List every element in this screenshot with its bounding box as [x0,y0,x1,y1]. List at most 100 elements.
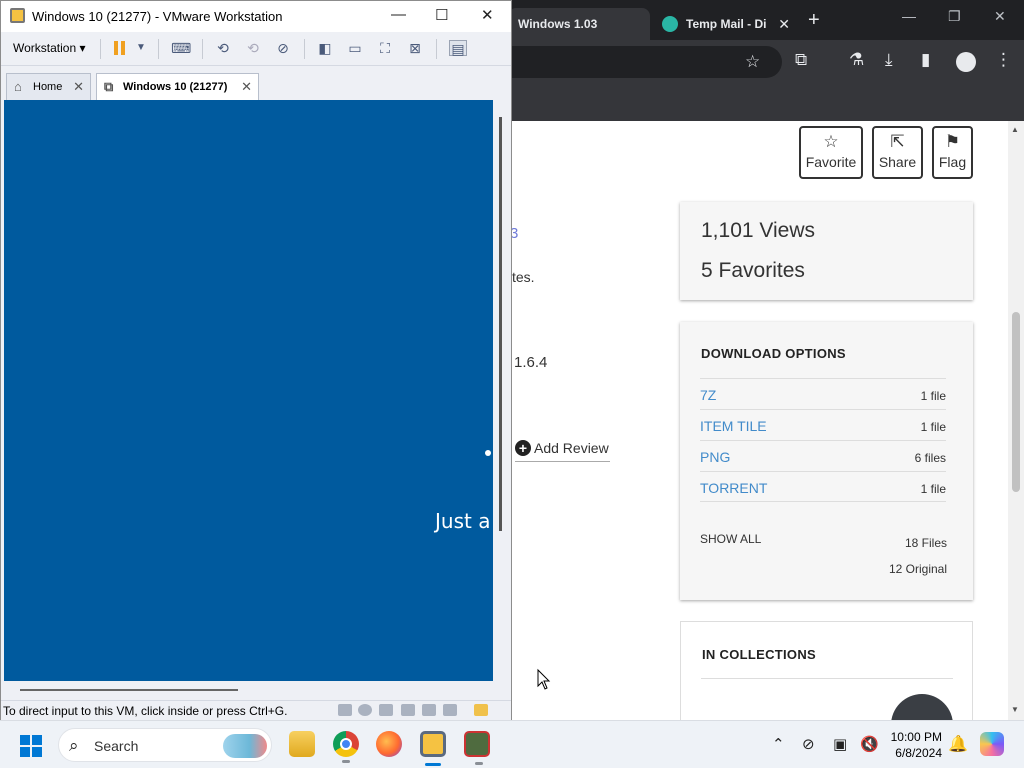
download-options-card: DOWNLOAD OPTIONS 7Z 1 file ITEM TILE 1 f… [680,322,973,600]
tab-home[interactable]: ⌂ Home ✕ [6,73,91,100]
hard-disk-icon[interactable] [338,704,352,716]
share-label: Share [878,154,917,170]
vmware-title-bar[interactable]: Windows 10 (21277) - VMware Workstation … [1,1,511,32]
chrome-icon[interactable] [333,731,359,763]
running-indicator [342,760,350,763]
file-explorer-icon[interactable] [289,731,315,757]
firefox-icon[interactable] [376,731,402,757]
scroll-up-arrow-icon[interactable]: ▲ [1011,125,1019,134]
sound-card-icon[interactable] [422,704,436,716]
message-log-icon[interactable] [474,704,488,716]
unity-icon[interactable]: ⊠ [406,40,424,56]
snapshot-revert-icon[interactable]: ⟲ [244,40,262,56]
side-panel-icon[interactable]: ▮ [921,50,930,70]
network-adapter-icon[interactable] [379,704,393,716]
vm-console[interactable]: Just a [4,100,493,681]
favorites-count: 5 Favorites [701,259,805,282]
favorite-button[interactable]: ☆ Favorite [799,126,863,179]
vmware-close-button[interactable]: ✕ [481,6,494,24]
download-format-link[interactable]: 7Z [700,387,716,403]
taskbar-search[interactable]: ⌕ Search [58,728,272,762]
loading-dot [485,450,491,456]
favorite-label: Favorite [805,154,857,170]
display-icon[interactable] [443,704,457,716]
chrome-minimize-button[interactable]: — [902,8,916,24]
partial-version: 1.6.4 [514,354,548,371]
download-format-link[interactable]: PNG [700,449,730,465]
add-review-label: Add Review [534,440,609,456]
chrome-tab-windows[interactable]: Windows 1.03 [508,8,650,40]
snapshot-manager-icon[interactable]: ⊘ [274,40,292,56]
thumbnail-bar-icon[interactable]: ▭ [346,40,364,56]
collections-heading: IN COLLECTIONS [702,647,816,662]
profile-avatar-icon[interactable] [956,52,976,72]
cd-dvd-icon[interactable] [358,704,372,716]
collection-thumbnail[interactable] [891,694,953,720]
vmware-maximize-button[interactable]: ☐ [435,6,448,24]
vmware-taskbar-icon[interactable] [420,731,446,766]
chrome-restore-button[interactable]: ❐ [948,8,961,25]
flag-button[interactable]: ⚑ Flag [932,126,973,179]
new-tab-button[interactable]: + [808,8,820,32]
download-icon[interactable]: ⤓ [885,50,893,70]
share-button[interactable]: ⇱ Share [872,126,923,179]
snapshot-take-icon[interactable]: ⟲ [214,40,232,56]
views-count: 1,101 Views [701,219,816,242]
close-tab-icon[interactable]: ✕ [778,16,790,33]
download-row[interactable]: 7Z 1 file [700,378,946,409]
app-taskbar-icon[interactable] [464,731,490,765]
chrome-close-button[interactable]: ✕ [994,8,1006,25]
vm-horizontal-scrollbar[interactable] [20,689,238,691]
tab-vm[interactable]: ⧉ Windows 10 (21277) ✕ [96,73,259,100]
bookmark-star-icon[interactable]: ☆ [745,52,760,72]
full-screen-icon[interactable]: ⛶ [376,40,394,56]
close-tab-icon[interactable]: ✕ [241,79,252,95]
workstation-menu[interactable]: Workstation ▾ [13,41,86,55]
download-row[interactable]: PNG 6 files [700,440,946,471]
tab-home-label: Home [33,81,63,93]
show-all-link[interactable]: SHOW ALL [700,532,761,546]
running-indicator [475,762,483,765]
collections-card: IN COLLECTIONS [680,621,973,720]
vm-setup-text: Just a [435,509,491,533]
printer-icon[interactable] [401,704,415,716]
system-clock[interactable]: 10:00 PM 6/8/2024 [882,729,942,761]
send-ctrl-alt-del-icon[interactable]: ⌨ [171,40,191,56]
copilot-icon[interactable] [980,732,1004,756]
vm-vertical-scrollbar[interactable] [499,117,502,531]
close-tab-icon[interactable]: ✕ [73,79,84,95]
pause-dropdown-icon[interactable]: ▼ [132,40,150,56]
extensions-icon[interactable]: ⧉ [795,50,807,70]
file-totals: 18 Files 12 Original [889,530,947,582]
download-file-count: 1 file [920,420,946,434]
clock-time: 10:00 PM [890,730,942,744]
chrome-tab-temp-mail[interactable]: Temp Mail - Di ✕ [652,8,800,40]
address-bar[interactable] [510,46,782,78]
partial-text: tes. [512,269,535,285]
chrome-menu-icon[interactable]: ⋮ [995,50,1012,70]
download-row[interactable]: ITEM TILE 1 file [700,409,946,440]
original-files: 12 Original [888,562,947,576]
share-icon: ⇱ [890,132,905,151]
no-internet-icon[interactable]: ⊘ [802,735,815,753]
tab-title: Windows 1.03 [518,17,598,31]
download-format-link[interactable]: ITEM TILE [700,418,767,434]
download-format-link[interactable]: TORRENT [700,480,767,496]
start-windows-icon[interactable] [20,735,42,757]
show-library-icon[interactable]: ◧ [316,40,334,56]
display-settings-icon[interactable]: ▣ [833,735,847,753]
scroll-down-arrow-icon[interactable]: ▼ [1011,705,1019,714]
volume-muted-icon[interactable]: 🔇 [860,735,879,753]
add-review-button[interactable]: + Add Review [515,440,610,462]
notification-bell-icon[interactable]: 🔔 [948,734,968,754]
pause-icon[interactable] [113,41,127,55]
vmware-minimize-button[interactable]: — [391,6,406,23]
download-row[interactable]: TORRENT 1 file [700,471,946,502]
scrollbar-thumb[interactable] [1012,312,1020,492]
show-hidden-icons-chevron-icon[interactable]: ⌃ [772,735,785,753]
labs-flask-icon[interactable]: ⚗ [849,50,864,70]
console-view-icon[interactable]: ▤ [449,40,467,57]
download-file-count: 6 files [914,451,946,465]
page-scrollbar[interactable]: ▲ ▼ [1008,121,1024,720]
status-message: To direct input to this VM, click inside… [3,704,288,718]
